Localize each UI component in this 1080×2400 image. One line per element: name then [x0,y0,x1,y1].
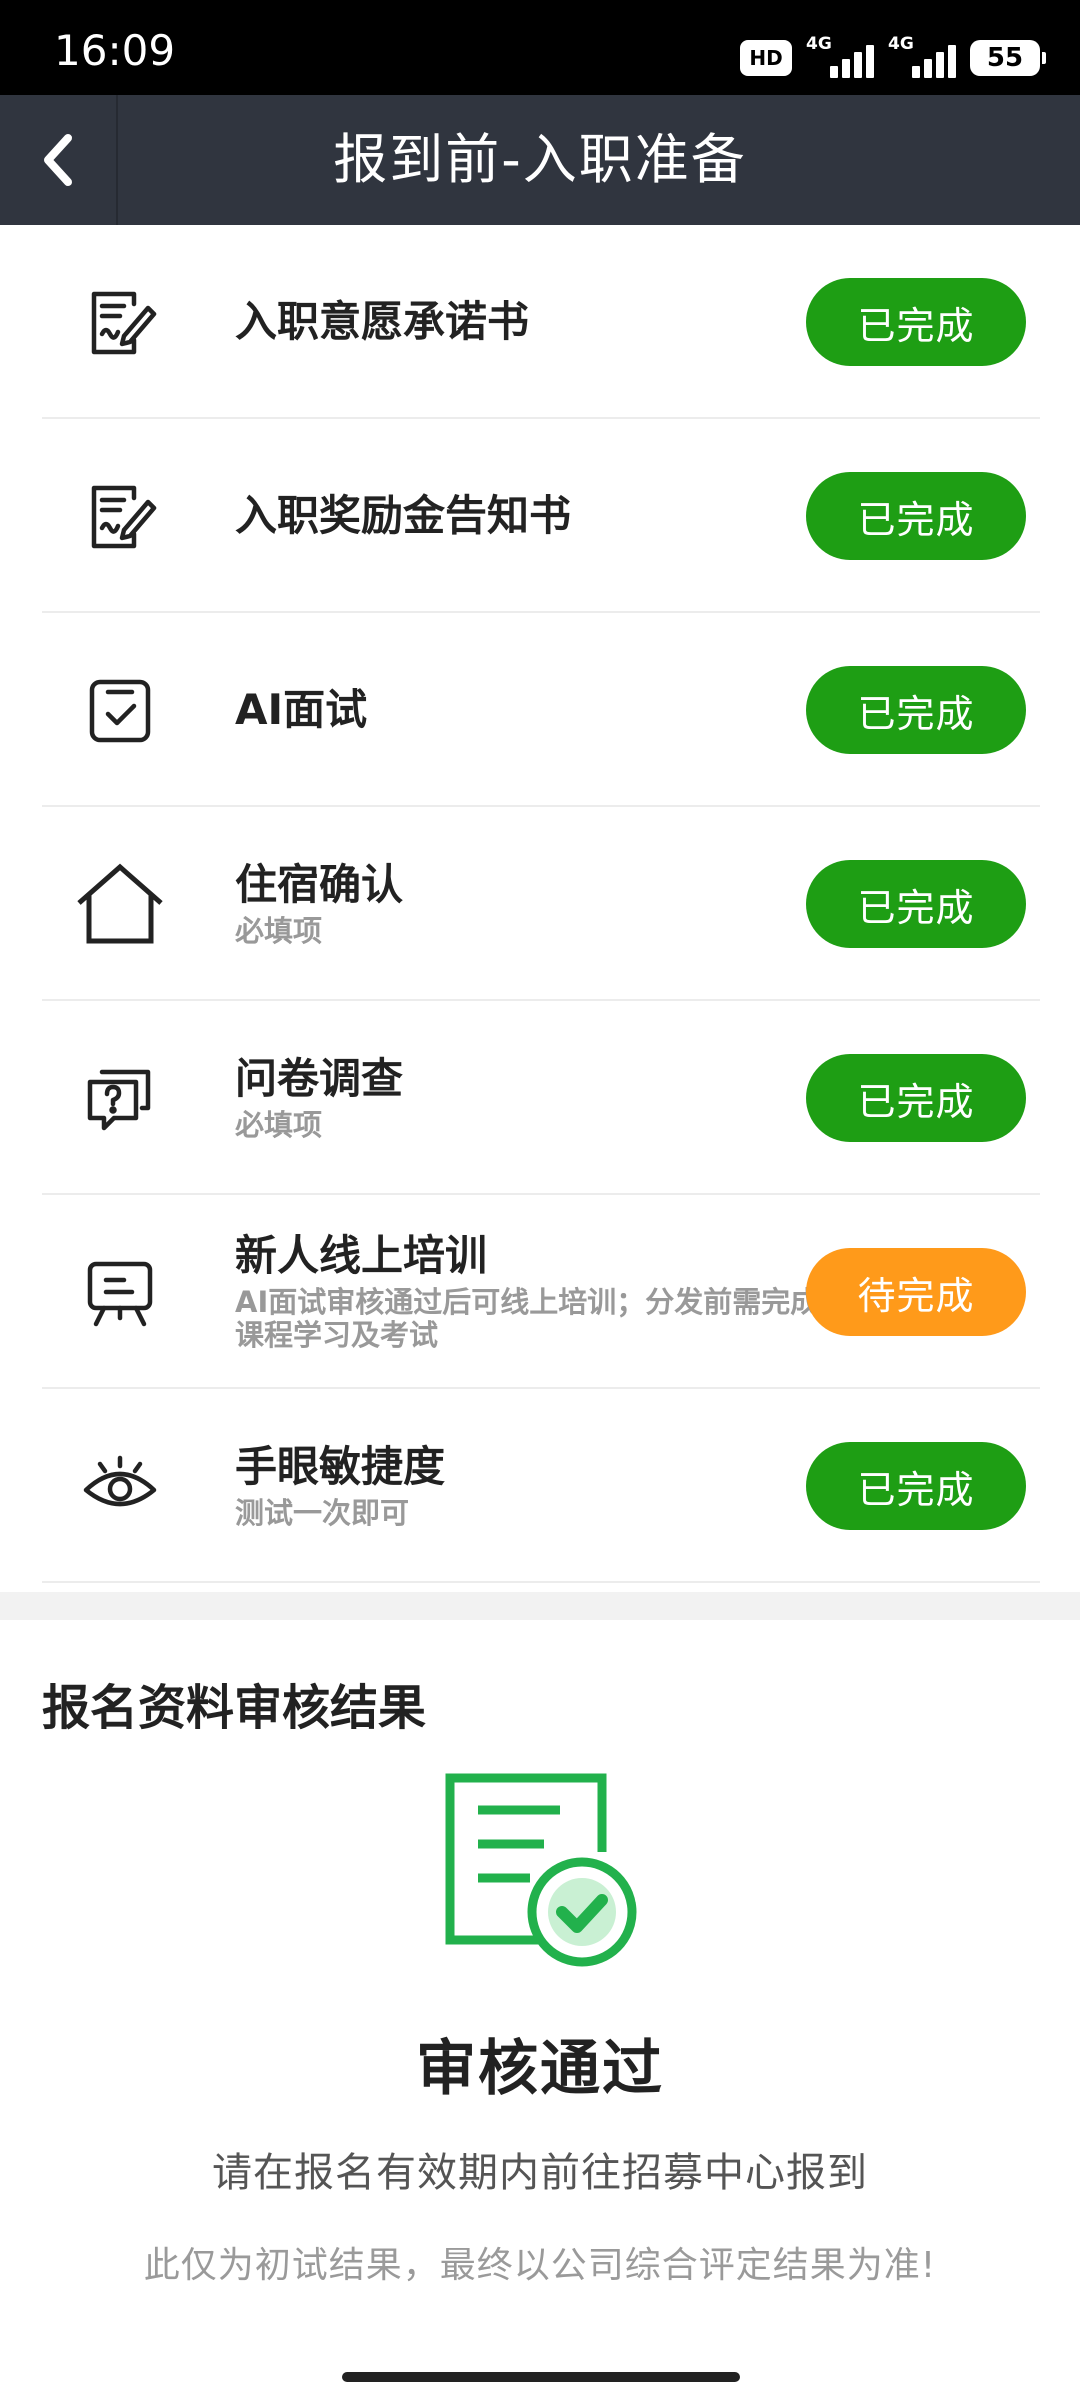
task-title: AI面试 [235,684,368,734]
task-title: 住宿确认 [235,860,404,910]
task-row-bonus-notice[interactable]: 入职奖励金告知书 已完成 [42,419,1040,613]
document-sign-icon [70,466,170,566]
review-result-title: 审核通过 [416,2034,664,2104]
task-subtitle: AI面试审核通过后可线上培训；分发前需完成课程学习及考试 [235,1284,820,1353]
task-subtitle: 必填项 [235,913,323,948]
task-title: 入职奖励金告知书 [235,490,572,540]
status-bar: 16:09 HD 4G 4G 55 [0,0,1080,95]
eye-icon [70,1436,170,1536]
status-button[interactable]: 已完成 [806,472,1026,560]
review-section-title: 报名资料审核结果 [42,1680,427,1736]
task-row-survey[interactable]: 问卷调查 必填项 已完成 [42,1001,1040,1195]
task-row-hand-eye[interactable]: 手眼敏捷度 测试一次即可 已完成 [42,1389,1040,1583]
task-subtitle: 测试一次即可 [235,1495,410,1530]
section-divider [0,1592,1080,1620]
review-description: 请在报名有效期内前往招募中心报到 [212,2150,868,2196]
page-title: 报到前-入职准备 [333,128,747,191]
network-type-label: 4G [888,34,914,54]
hd-icon: HD [740,40,792,76]
task-row-accommodation[interactable]: 住宿确认 必填项 已完成 [42,807,1040,1001]
task-title: 新人线上培训 [235,1231,488,1281]
status-button[interactable]: 已完成 [806,666,1026,754]
task-row-commitment[interactable]: 入职意愿承诺书 已完成 [42,225,1040,419]
status-icons: HD 4G 4G 55 [740,34,1046,78]
checkbox-icon [70,660,170,760]
nav-bar: 报到前-入职准备 [0,95,1080,225]
status-button[interactable]: 已完成 [806,1054,1026,1142]
signal-icon: 4G [806,34,874,78]
status-button[interactable]: 已完成 [806,1442,1026,1530]
presentation-board-icon [70,1242,170,1342]
task-row-ai-interview[interactable]: AI面试 已完成 [42,613,1040,807]
review-note: 此仅为初试结果，最终以公司综合评定结果为准! [143,2245,937,2286]
home-indicator[interactable] [342,2372,740,2382]
house-icon [70,854,170,954]
task-title: 问卷调查 [235,1054,404,1104]
network-type-label: 4G [806,34,832,54]
status-button[interactable]: 已完成 [806,278,1026,366]
battery-icon: 55 [970,40,1046,76]
task-subtitle: 必填项 [235,1107,323,1142]
task-title: 手眼敏捷度 [235,1442,446,1492]
document-approved-icon [442,1770,642,1970]
task-row-online-training[interactable]: 新人线上培训 AI面试审核通过后可线上培训；分发前需完成课程学习及考试 待完成 [42,1195,1040,1389]
signal-icon: 4G [888,34,956,78]
status-time: 16:09 [54,26,176,75]
task-title: 入职意愿承诺书 [235,296,530,346]
status-button[interactable]: 待完成 [806,1248,1026,1336]
status-button[interactable]: 已完成 [806,860,1026,948]
document-sign-icon [70,272,170,372]
question-chat-icon [70,1048,170,1148]
